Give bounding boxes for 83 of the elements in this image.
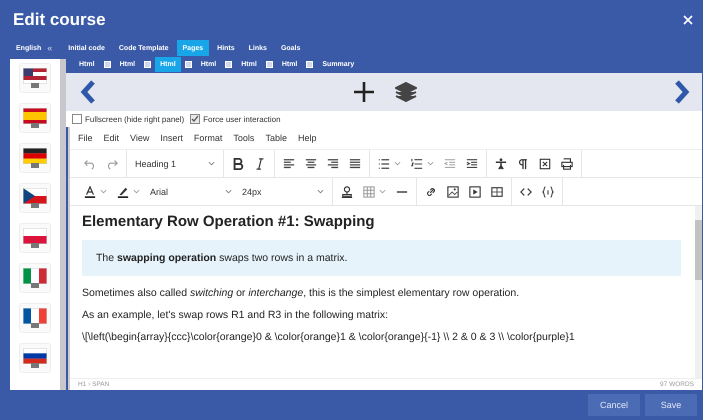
flag-button[interactable] — [19, 63, 51, 93]
content-heading: Elementary Row Operation #1: Swapping — [82, 213, 376, 230]
menu-item[interactable]: View — [130, 133, 150, 143]
menu-item[interactable]: Format — [194, 133, 222, 143]
caret-icon — [317, 189, 324, 194]
menu-item[interactable]: Table — [265, 133, 287, 143]
video-icon[interactable] — [469, 186, 481, 198]
flag-icon — [23, 308, 47, 328]
align-icon[interactable] — [283, 158, 295, 170]
next-icon[interactable] — [674, 80, 690, 104]
flag-icon — [23, 348, 47, 368]
align-icon[interactable] — [327, 158, 339, 170]
collapse-button[interactable]: « — [47, 43, 52, 53]
caret-icon[interactable] — [133, 189, 140, 194]
caret-icon[interactable] — [100, 189, 107, 194]
close-icon — [683, 15, 693, 25]
bullet-list-icon[interactable] — [378, 158, 390, 170]
checkbox[interactable] — [190, 114, 200, 124]
checkbox-label: Force user interaction — [203, 114, 281, 124]
indent-icon[interactable] — [466, 158, 478, 170]
footer-button[interactable]: Save — [645, 394, 697, 416]
flag-button[interactable] — [19, 143, 51, 173]
highlighter-icon[interactable] — [117, 186, 129, 198]
window-title: Edit course — [13, 10, 106, 30]
square-icon[interactable] — [144, 61, 152, 68]
block-format-dropdown[interactable]: Heading 1 — [135, 150, 215, 177]
flag-icon — [23, 108, 47, 128]
caret-icon[interactable] — [427, 161, 434, 166]
footer-button[interactable]: Cancel — [588, 394, 640, 416]
link-icon[interactable] — [425, 186, 437, 198]
flag-icon — [23, 268, 47, 288]
menu-item[interactable]: Tools — [233, 133, 254, 143]
square-icon[interactable] — [306, 61, 314, 68]
flag-button[interactable] — [19, 183, 51, 213]
formula-icon[interactable] — [542, 186, 554, 198]
paragraph: Sometimes also called switching or interchange, this is the simplest elementary row operation. — [82, 287, 520, 299]
embed-icon[interactable] — [491, 186, 503, 198]
scrollbar[interactable] — [695, 206, 702, 378]
previous-icon[interactable] — [80, 80, 96, 104]
layers-icon[interactable] — [395, 81, 417, 103]
square-icon[interactable] — [104, 61, 111, 68]
align-icon[interactable] — [349, 158, 361, 170]
code-icon[interactable] — [520, 186, 532, 198]
close-button[interactable] — [683, 15, 693, 25]
square-icon[interactable] — [225, 61, 232, 68]
pilcrow-icon[interactable] — [517, 158, 529, 170]
text-color-icon[interactable] — [84, 186, 96, 198]
flag-icon — [23, 188, 47, 208]
caret-icon[interactable] — [379, 189, 386, 194]
caret-icon[interactable] — [394, 161, 401, 166]
flag-icon — [23, 148, 47, 168]
stamp-icon[interactable] — [341, 186, 353, 198]
checkbox[interactable] — [72, 114, 82, 124]
person-icon[interactable] — [495, 158, 507, 170]
flag-icon — [23, 68, 47, 88]
square-icon[interactable] — [266, 61, 273, 68]
font-dropdown[interactable]: Arial — [150, 178, 232, 205]
menu-item[interactable]: Insert — [160, 133, 183, 143]
redo-icon[interactable] — [106, 158, 118, 170]
align-icon[interactable] — [305, 158, 317, 170]
paragraph: As an example, let's swap rows R1 and R3 in the following matrix: — [82, 309, 390, 321]
numbered-list-icon[interactable] — [411, 158, 423, 170]
boxed-x-icon[interactable] — [539, 158, 551, 170]
undo-icon[interactable] — [84, 158, 96, 170]
square-icon[interactable] — [184, 61, 192, 68]
menu-item[interactable]: Edit — [104, 133, 120, 143]
caret-icon — [225, 189, 232, 194]
print-icon[interactable] — [561, 158, 573, 170]
flag-icon — [23, 228, 47, 248]
font-size-dropdown[interactable]: 24px — [242, 178, 324, 205]
caret-icon — [208, 161, 215, 166]
image-icon[interactable] — [447, 186, 459, 198]
italic-icon[interactable] — [254, 158, 266, 170]
callout-text: The swapping operation swaps two rows in a matrix. — [82, 240, 681, 276]
bold-icon[interactable] — [232, 158, 244, 170]
checkbox-label: Fullscreen (hide right panel) — [85, 114, 184, 124]
table-icon[interactable] — [363, 186, 375, 198]
flag-button[interactable] — [19, 343, 51, 373]
paragraph: \[\left(\begin{array}{ccc}\color{orange}0 & \color{orange}1 & \color{orange}{-1} \\ 2 & 0 & 3 \\ \color{purple}1 — [82, 331, 576, 343]
plus-icon[interactable] — [353, 81, 375, 103]
flag-button[interactable] — [19, 303, 51, 333]
menu-item[interactable]: File — [78, 133, 93, 143]
menu-item[interactable]: Help — [298, 133, 316, 143]
